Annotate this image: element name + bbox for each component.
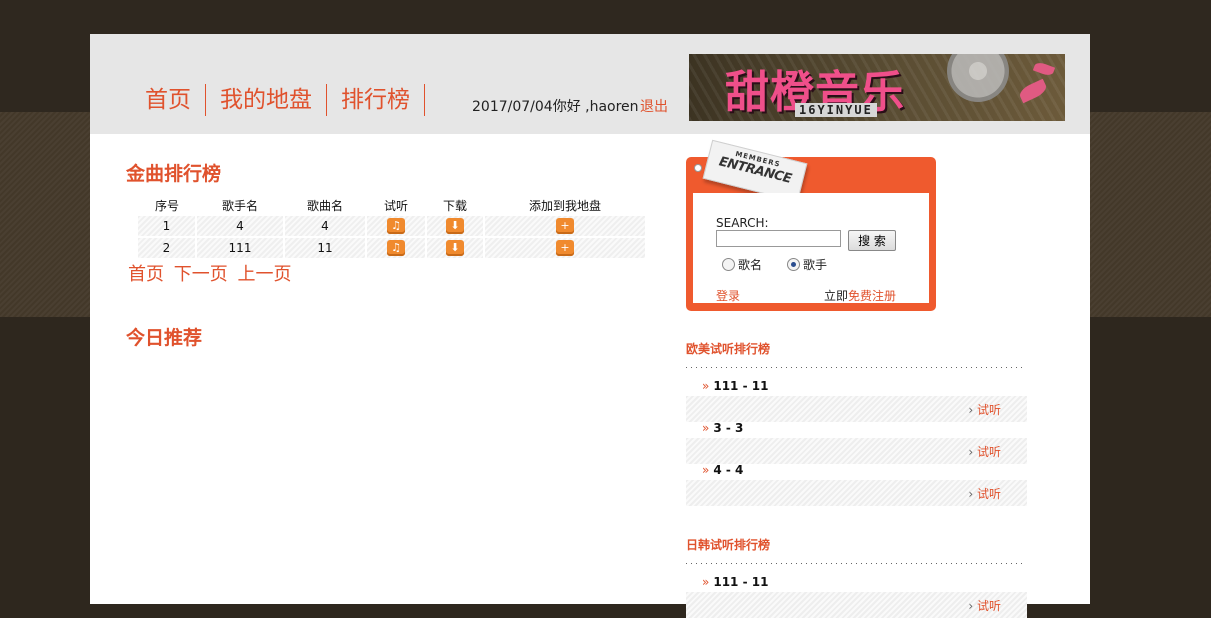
page-prev-link[interactable]: 上一页 xyxy=(237,264,291,285)
nav-my-space[interactable]: 我的地盘 xyxy=(206,84,326,116)
plus-icon[interactable]: + xyxy=(556,240,574,256)
radio-song-label: 歌名 xyxy=(738,258,763,272)
arrow-icon: » xyxy=(702,463,710,477)
cell-add: + xyxy=(484,237,647,260)
table-row: 1 4 4 ♫ ⬇ + xyxy=(138,216,647,238)
plus-icon[interactable]: + xyxy=(556,218,574,234)
col-header-download: 下载 xyxy=(442,198,467,213)
col-header-song: 歌曲名 xyxy=(306,198,343,213)
gold-chart-title: 金曲排行榜 xyxy=(126,163,222,185)
gold-chart-table: 序号 歌手名 歌曲名 试听 下载 添加到我地盘 1 4 4 ♫ ⬇ + 2 11… xyxy=(138,194,647,260)
dotted-divider xyxy=(686,563,1026,564)
radio-song-option[interactable]: 歌名 xyxy=(722,256,762,273)
logout-link[interactable]: 退出 xyxy=(640,96,668,116)
listen-link[interactable]: 试听 xyxy=(968,443,1001,460)
western-chart-title: 欧美试听排行榜 xyxy=(686,342,771,356)
cell-singer: 4 xyxy=(196,216,285,238)
page: 首页 我的地盘 排行榜 2017/07/04你好 ,haoren 退出 甜橙音乐… xyxy=(90,34,1090,618)
list-item-bar: 试听 xyxy=(686,592,1027,618)
col-header-listen: 试听 xyxy=(383,198,408,213)
nav-divider xyxy=(424,84,425,116)
list-item-bar: 试听 xyxy=(686,480,1027,506)
list-item-label: 111 - 11 xyxy=(713,575,769,589)
cell-add: + xyxy=(484,216,647,238)
arrow-icon: » xyxy=(702,421,710,435)
radio-song[interactable] xyxy=(722,258,735,271)
list-item-label: 3 - 3 xyxy=(713,421,744,435)
list-item-bar: 试听 xyxy=(686,396,1027,422)
site-banner: 甜橙音乐 16YINYUE xyxy=(689,54,1065,121)
table-header-row: 序号 歌手名 歌曲名 试听 下载 添加到我地盘 xyxy=(138,194,646,216)
radio-singer[interactable] xyxy=(787,258,800,271)
cell-download: ⬇ xyxy=(426,237,485,260)
cell-singer: 111 xyxy=(196,237,285,260)
col-header-add: 添加到我地盘 xyxy=(528,198,601,213)
user-greeting: 2017/07/04你好 ,haoren xyxy=(472,99,639,115)
col-header-singer: 歌手名 xyxy=(221,198,258,213)
headphones-icon[interactable]: ♫ xyxy=(387,218,405,234)
arrow-icon: » xyxy=(702,575,710,589)
cell-listen: ♫ xyxy=(366,237,427,260)
headphones-icon[interactable]: ♫ xyxy=(387,240,405,256)
page-first-link[interactable]: 首页 xyxy=(128,264,164,285)
register-text: 立即免费注册 xyxy=(824,287,896,304)
col-header-number: 序号 xyxy=(154,198,179,213)
cell-download: ⬇ xyxy=(426,216,485,238)
nav-charts[interactable]: 排行榜 xyxy=(327,84,424,116)
list-item[interactable]: » 111 - 11 xyxy=(702,379,768,393)
listen-link[interactable]: 试听 xyxy=(968,597,1001,614)
pin-icon xyxy=(694,164,702,172)
register-prefix: 立即 xyxy=(824,289,849,303)
jpkr-chart-title: 日韩试听排行榜 xyxy=(686,538,771,552)
cell-song: 11 xyxy=(284,237,367,260)
register-link[interactable]: 免费注册 xyxy=(848,289,896,303)
listen-link[interactable]: 试听 xyxy=(968,485,1001,502)
page-next-link[interactable]: 下一页 xyxy=(174,264,228,285)
pagination: 首页 下一页 上一页 xyxy=(128,260,295,286)
list-item[interactable]: » 4 - 4 xyxy=(702,463,743,477)
search-button[interactable]: 搜 索 xyxy=(848,230,896,251)
login-link[interactable]: 登录 xyxy=(716,287,740,304)
radio-singer-option[interactable]: 歌手 xyxy=(787,256,827,273)
list-item-bar: 试听 xyxy=(686,438,1027,464)
today-recommend-title: 今日推荐 xyxy=(126,327,203,349)
dotted-divider xyxy=(686,367,1026,368)
nav-home[interactable]: 首页 xyxy=(135,84,205,116)
search-input[interactable] xyxy=(716,230,841,247)
list-item[interactable]: » 111 - 11 xyxy=(702,575,768,589)
list-item[interactable]: » 3 - 3 xyxy=(702,421,743,435)
radio-singer-label: 歌手 xyxy=(803,258,828,272)
listen-link[interactable]: 试听 xyxy=(968,401,1001,418)
list-item-label: 111 - 11 xyxy=(713,379,769,393)
header: 首页 我的地盘 排行榜 2017/07/04你好 ,haoren 退出 甜橙音乐… xyxy=(90,34,1090,134)
download-icon[interactable]: ⬇ xyxy=(446,218,464,234)
search-label: SEARCH: xyxy=(716,216,769,230)
cell-song: 4 xyxy=(284,216,367,238)
main-nav: 首页 我的地盘 排行榜 xyxy=(135,84,425,116)
list-item-label: 4 - 4 xyxy=(713,463,744,477)
cell-number: 1 xyxy=(138,216,197,238)
cell-number: 2 xyxy=(138,237,197,260)
download-icon[interactable]: ⬇ xyxy=(446,240,464,256)
banner-logo-subtitle: 16YINYUE xyxy=(795,103,877,117)
arrow-icon: » xyxy=(702,379,710,393)
cell-listen: ♫ xyxy=(366,216,427,238)
table-row: 2 111 11 ♫ ⬇ + xyxy=(138,237,647,260)
